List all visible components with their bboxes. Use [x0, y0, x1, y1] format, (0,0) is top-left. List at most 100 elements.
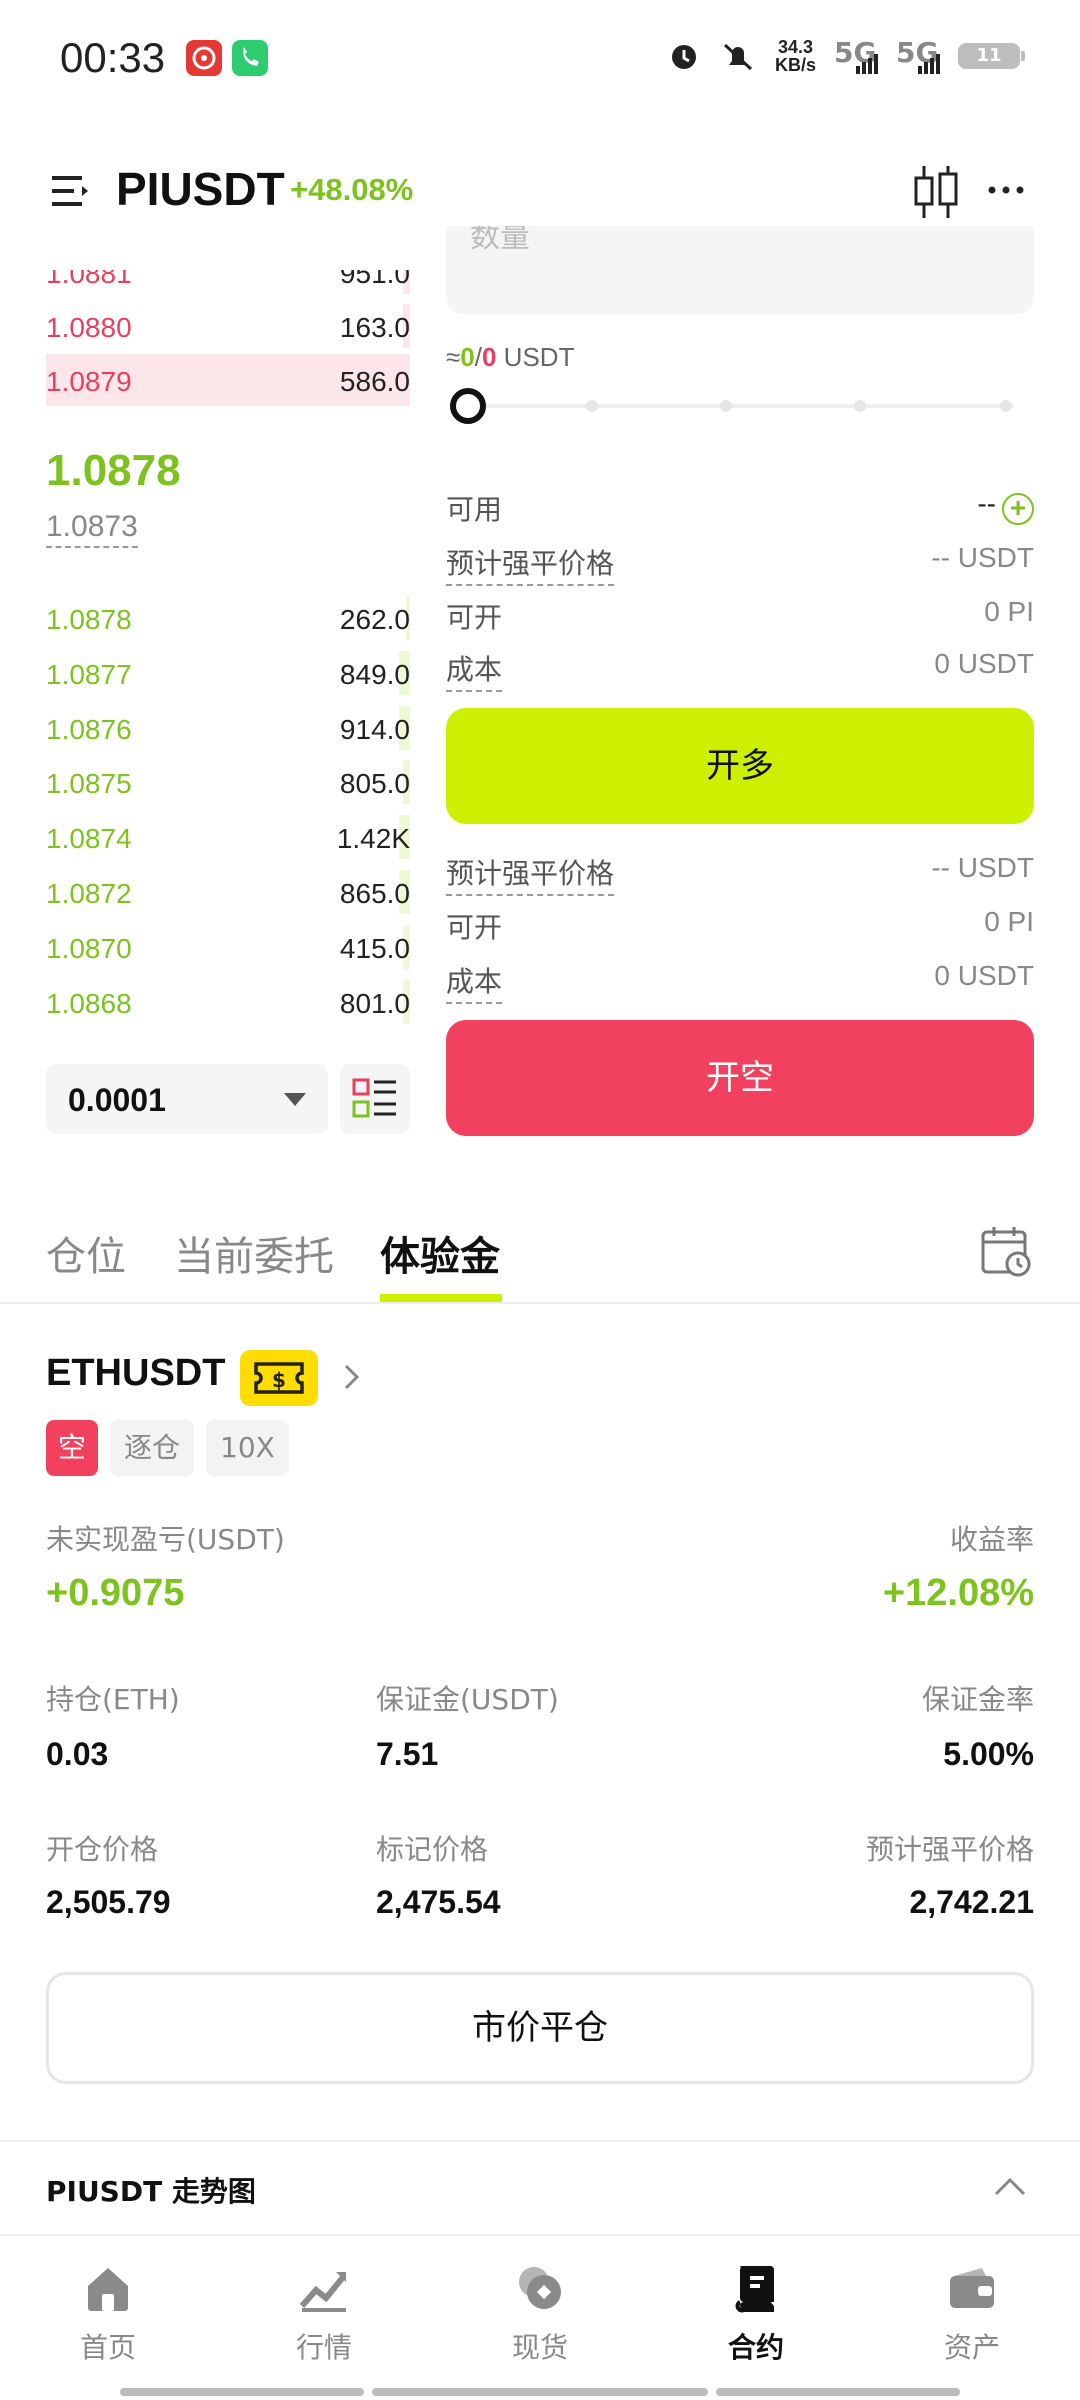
candlestick-chart-icon[interactable] [912, 164, 960, 220]
ask-price: 1.0880 [46, 312, 132, 343]
short-cost-row: 成本 0 USDT [446, 954, 1034, 1004]
menu-icon[interactable] [52, 172, 92, 210]
mark-price-value: 2,475.54 [376, 1884, 501, 1920]
bid-quantity: 1.42K [336, 823, 410, 855]
open-short-button[interactable]: 开空 [446, 1020, 1034, 1136]
quantity-input[interactable]: 数量 [446, 226, 1034, 314]
margin-mode-tag: 逐仓 [110, 1420, 195, 1476]
order-book-ask-row[interactable]: 1.0881 951.0 [46, 258, 410, 298]
nav-home[interactable]: 首页 [0, 2240, 216, 2380]
order-book-bid-row[interactable]: 1.0870 415.0 [46, 921, 410, 973]
caret-down-icon [284, 1093, 306, 1106]
price-precision-select[interactable]: 0.0001 [46, 1064, 328, 1134]
order-book-bid-row[interactable]: 1.0878 262.0 [46, 592, 410, 644]
chevron-up-icon[interactable] [992, 2174, 1028, 2198]
bid-quantity: 849.0 [339, 658, 410, 690]
order-book-bid-row[interactable]: 1.0875 805.0 [46, 756, 410, 808]
chevron-right-icon[interactable] [340, 1362, 364, 1392]
order-book-bid-row[interactable]: 1.0868 801.0 [46, 976, 410, 1028]
home-indicator [120, 2388, 364, 2396]
bid-price: 1.0874 [46, 823, 132, 855]
slider-handle[interactable] [450, 388, 486, 424]
contract-book-icon [735, 2266, 774, 2313]
layout-grid-icon [352, 1078, 396, 1118]
position-tags: 空 逐仓 10X [46, 1420, 289, 1476]
order-book-layout-button[interactable] [340, 1064, 410, 1134]
mute-bell-icon [723, 43, 753, 71]
calendar-history-icon[interactable] [980, 1224, 1032, 1278]
margin-value: 7.51 [376, 1736, 439, 1772]
approx-value: ≈0/0 USDT [446, 342, 575, 372]
ask-quantity: 586.0 [339, 366, 410, 397]
order-book-bid-row[interactable]: 1.0877 849.0 [46, 647, 410, 699]
bid-price: 1.0875 [46, 768, 132, 800]
active-tab-indicator [380, 1294, 502, 1302]
tab-trial-funds[interactable]: 体验金 [380, 1224, 500, 1282]
bid-quantity: 415.0 [339, 932, 410, 964]
order-book-bid-row[interactable]: 1.0872 865.0 [46, 866, 410, 918]
home-icon [88, 2268, 128, 2311]
header: PIUSDT +48.08% [0, 150, 1080, 234]
size-value: 0.03 [46, 1736, 109, 1772]
alarm-icon [671, 45, 696, 69]
nav-contract[interactable]: 合约 [648, 2240, 864, 2380]
signal-5g-icon: 5G [896, 36, 940, 76]
order-book-ask-row[interactable]: 1.0879 586.0 [46, 354, 410, 406]
liq-price-label: 预计强平价格 [865, 1833, 1034, 1866]
pnl-value: +0.9075 [46, 1572, 185, 1614]
more-options-icon[interactable] [986, 170, 1026, 210]
short-open-row: 可开 0 PI [446, 906, 1034, 944]
pair-title[interactable]: PIUSDT [116, 162, 285, 216]
long-cost-row: 成本 0 USDT [446, 642, 1034, 692]
order-book-ask-row[interactable]: 1.0880 163.0 [46, 300, 410, 352]
trend-chart-title: PIUSDT 走势图 [46, 2175, 256, 2208]
nav-spot[interactable]: 现货 [432, 2240, 648, 2380]
signal-5g-icon: 5G [834, 36, 878, 76]
margin-rate-label: 保证金率 [921, 1683, 1034, 1716]
battery-icon: 11 [958, 43, 1025, 69]
phone-app-icon [232, 40, 268, 76]
home-indicator [716, 2388, 960, 2396]
ask-quantity: 163.0 [339, 312, 410, 343]
long-liq-price-row: 预计强平价格 -- USDT [446, 536, 1034, 586]
order-book-bid-row[interactable]: 1.0876 914.0 [46, 702, 410, 754]
roe-label: 收益率 [949, 1523, 1034, 1556]
precision-value: 0.0001 [68, 1082, 166, 1118]
margin-label: 保证金(USDT) [376, 1683, 559, 1716]
bid-price: 1.0877 [46, 658, 132, 690]
status-time: 00:33 [60, 34, 166, 81]
nav-market[interactable]: 行情 [216, 2240, 432, 2380]
entry-price-label: 开仓价格 [46, 1833, 159, 1866]
pnl-label: 未实现盈亏(USDT) [46, 1523, 285, 1556]
bid-price: 1.0870 [46, 932, 132, 964]
tab-open-orders[interactable]: 当前委托 [174, 1224, 334, 1282]
long-open-row: 可开 0 PI [446, 596, 1034, 634]
network-speed: 34.3 KB/s [774, 37, 816, 75]
mark-price-label: 标记价格 [376, 1833, 489, 1866]
bid-price: 1.0872 [46, 878, 132, 909]
wallet-icon [950, 2268, 994, 2308]
size-label: 持仓(ETH) [46, 1683, 180, 1716]
entry-price-value: 2,505.79 [46, 1884, 171, 1920]
add-funds-icon[interactable]: + [1002, 493, 1034, 525]
mark-price: 1.0873 [46, 510, 138, 548]
tab-positions[interactable]: 仓位 [46, 1224, 126, 1282]
liq-price-value: 2,742.21 [909, 1884, 1034, 1920]
position-symbol[interactable]: ETHUSDT [46, 1352, 225, 1395]
ask-quantity: 951.0 [339, 258, 410, 289]
spot-coin-icon [519, 2267, 561, 2309]
short-liq-price-row: 预计强平价格 -- USDT [446, 846, 1034, 896]
market-close-button[interactable]: 市价平仓 [46, 1972, 1034, 2084]
trial-ticket-icon: $ [240, 1350, 318, 1406]
bid-quantity: 262.0 [339, 604, 410, 635]
bid-quantity: 914.0 [339, 713, 410, 745]
bid-price: 1.0878 [46, 604, 132, 635]
nav-assets[interactable]: 资产 [864, 2240, 1080, 2380]
open-long-button[interactable]: 开多 [446, 708, 1034, 824]
quantity-slider[interactable] [450, 386, 1014, 426]
ask-price: 1.0879 [46, 366, 132, 397]
order-book-bid-row[interactable]: 1.0874 1.42K [46, 811, 410, 863]
side-tag: 空 [46, 1420, 98, 1476]
ask-price: 1.0881 [46, 258, 132, 289]
trend-chart-section[interactable]: PIUSDT 走势图 [0, 2140, 1080, 2236]
